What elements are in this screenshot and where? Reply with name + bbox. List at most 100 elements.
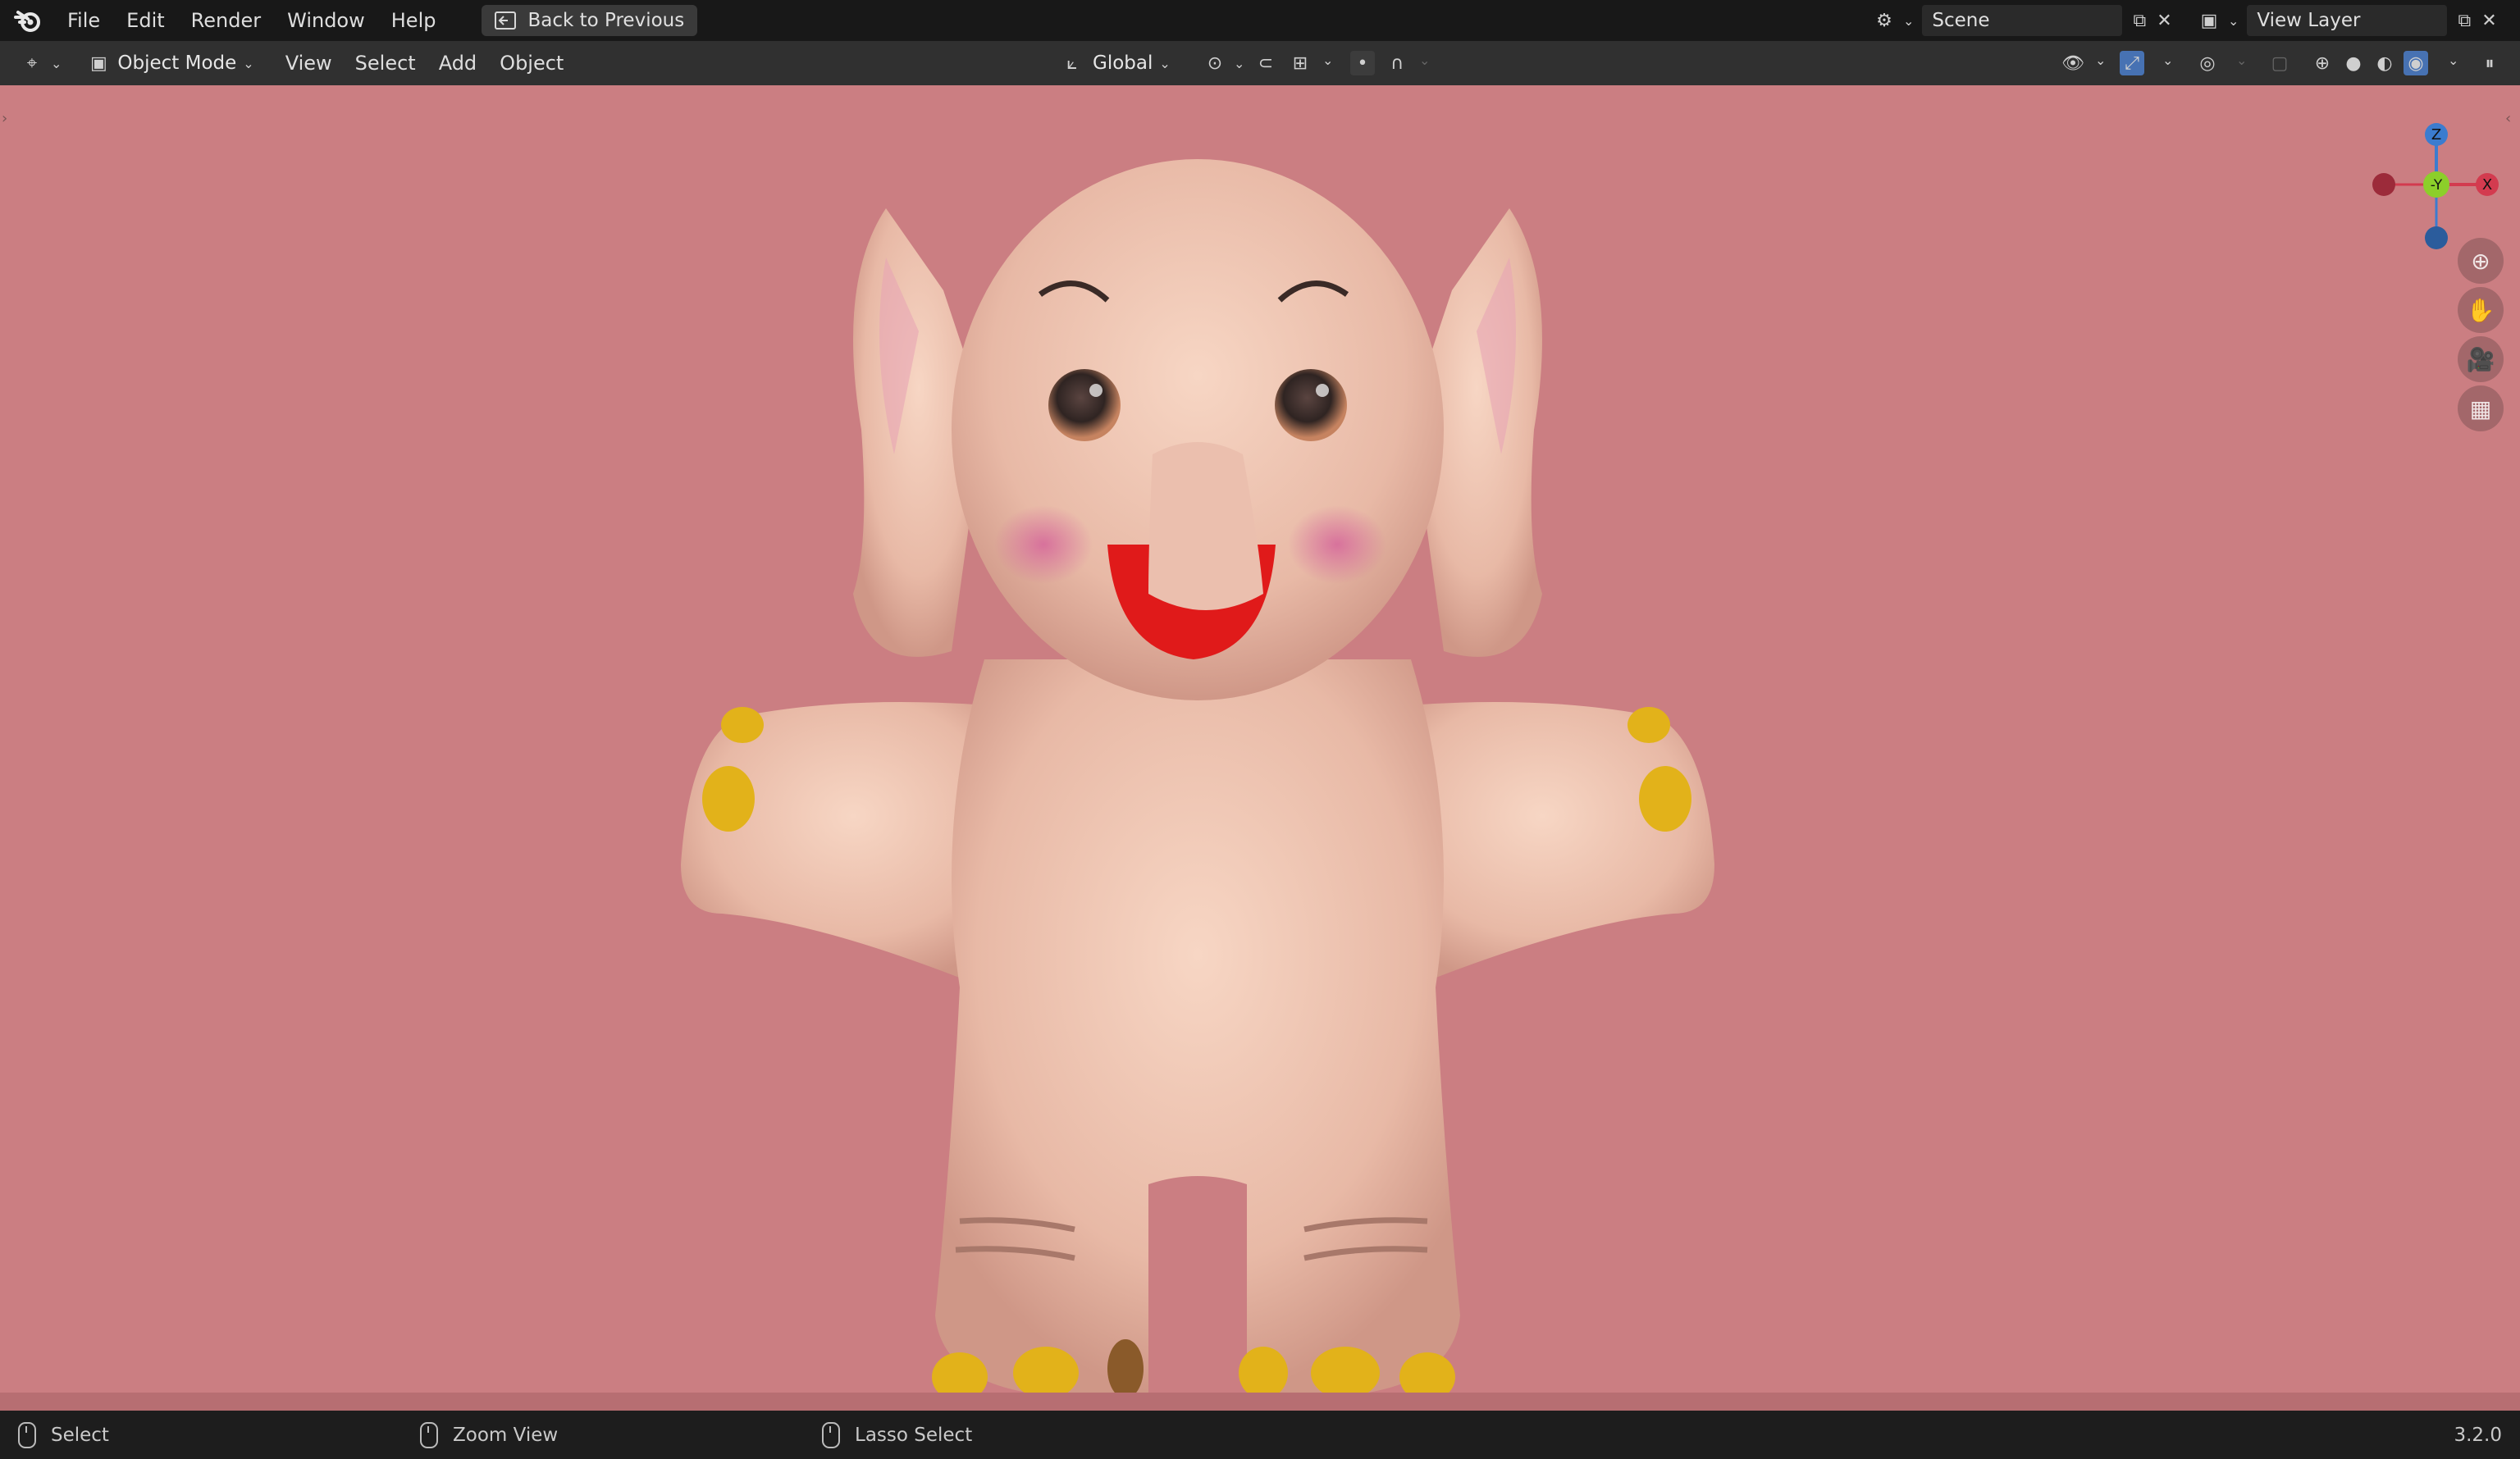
status-select-label: Select xyxy=(51,1424,109,1446)
mode-label: Object Mode xyxy=(117,52,237,74)
menu-add[interactable]: Add xyxy=(427,41,488,85)
view-layer-name-field[interactable]: View Layer xyxy=(2247,5,2448,36)
status-zoom-label: Zoom View xyxy=(453,1424,559,1446)
menu-file[interactable]: File xyxy=(54,0,113,41)
rendered-shading-icon[interactable]: ◉ xyxy=(2404,51,2428,75)
gizmo-x-label: X xyxy=(2482,176,2492,194)
chevron-down-icon[interactable]: ⌄ xyxy=(2095,52,2106,68)
foot-nail xyxy=(1107,1339,1144,1398)
chevron-down-icon[interactable]: ⌄ xyxy=(2448,52,2458,68)
object-mode-icon: ▣ xyxy=(90,52,107,74)
right-hand-nail xyxy=(1639,766,1691,832)
new-scene-icon[interactable]: ⧉ xyxy=(2127,8,2152,33)
sidebar-expand-icon[interactable]: ‹ xyxy=(2505,110,2511,127)
xray-icon[interactable]: ▢ xyxy=(2267,51,2292,75)
hand-pan-icon[interactable]: ✋ xyxy=(2458,287,2504,333)
status-right-click: Lasso Select xyxy=(822,1421,973,1448)
editor-type-icon: ⌖ xyxy=(26,52,38,74)
view-layer-selector[interactable]: ▣ ⌄ View Layer ⧉ ✕ xyxy=(2197,5,2501,36)
status-lasso-label: Lasso Select xyxy=(855,1424,973,1446)
transform-orientation-dropdown[interactable]: ⟀ Global ⌄ xyxy=(1052,47,1179,80)
left-hand-nail xyxy=(721,707,764,743)
gizmo-z-label: Z xyxy=(2431,126,2441,144)
chevron-down-icon[interactable]: ⌄ xyxy=(2236,52,2247,68)
top-menu-bar: File Edit Render Window Help Back to Pre… xyxy=(0,0,2520,41)
eye-highlight xyxy=(1089,384,1102,397)
left-hand-nail xyxy=(702,766,755,832)
status-left-click: Select xyxy=(18,1421,109,1448)
chevron-down-icon: ⌄ xyxy=(1234,55,1245,71)
pivot-point-dropdown[interactable]: ⊙ ⌄ xyxy=(1194,47,1253,80)
falloff-icon[interactable]: ∩ xyxy=(1385,51,1409,75)
solid-shading-icon[interactable]: ● xyxy=(2341,51,2366,75)
orientation-icon: ⟀ xyxy=(1066,52,1078,74)
menu-render[interactable]: Render xyxy=(178,0,274,41)
material-shading-icon[interactable]: ◐ xyxy=(2372,51,2397,75)
overlays-icon[interactable]: ◎ xyxy=(2195,51,2220,75)
foot-nail xyxy=(1239,1347,1288,1399)
floor-plane xyxy=(0,1393,2520,1411)
foot-nail xyxy=(1013,1347,1079,1399)
chevron-down-icon: ⌄ xyxy=(51,55,62,71)
chevron-down-icon[interactable]: ⌄ xyxy=(2162,52,2173,68)
snap-target-icon[interactable]: ⊞ xyxy=(1288,51,1312,75)
close-scene-icon[interactable]: ✕ xyxy=(2152,8,2176,33)
elephant-left-eye xyxy=(1048,369,1121,441)
gizmo-neg-z-axis[interactable] xyxy=(2425,226,2448,249)
menu-select[interactable]: Select xyxy=(344,41,427,85)
grid-icon[interactable]: ▦ xyxy=(2458,385,2504,431)
menu-view[interactable]: View xyxy=(274,41,344,85)
zoom-icon[interactable]: ⊕ xyxy=(2458,238,2504,284)
view-layer-icon[interactable]: ▣ xyxy=(2197,8,2221,33)
chevron-down-icon[interactable]: ⌄ xyxy=(1322,52,1333,68)
rendered-scene xyxy=(681,159,1714,1402)
menu-edit[interactable]: Edit xyxy=(113,0,177,41)
eye-highlight xyxy=(1316,384,1329,397)
chevron-down-icon: ⌄ xyxy=(1159,55,1171,71)
menu-help[interactable]: Help xyxy=(378,0,450,41)
status-bar: Select Zoom View Lasso Select 3.2.0 xyxy=(0,1411,2520,1459)
scene-name-field[interactable]: Scene xyxy=(1922,5,2123,36)
chevron-down-icon[interactable]: ⌄ xyxy=(1419,52,1430,68)
editor-type-dropdown[interactable]: ⌖ ⌄ xyxy=(11,47,70,80)
navigation-gizmo[interactable]: Z X -Y xyxy=(2362,102,2502,258)
scene-icon[interactable]: ⚙ xyxy=(1872,8,1897,33)
right-hand-nail xyxy=(1628,707,1670,743)
new-view-layer-icon[interactable]: ⧉ xyxy=(2452,8,2477,33)
elephant-left-cheek xyxy=(994,505,1093,584)
gizmo-neg-x-axis[interactable] xyxy=(2372,173,2395,196)
object-mode-dropdown[interactable]: ▣ Object Mode ⌄ xyxy=(78,47,262,80)
gizmo-toggle-icon[interactable]: ⤢ xyxy=(2120,51,2144,75)
chevron-down-icon: ⌄ xyxy=(243,55,254,71)
elephant-right-eye xyxy=(1275,369,1347,441)
mouse-middle-icon xyxy=(420,1421,438,1448)
chevron-down-icon[interactable]: ⌄ xyxy=(2228,13,2239,29)
back-button-label: Back to Previous xyxy=(527,10,685,31)
camera-icon[interactable]: 🎥 xyxy=(2458,336,2504,382)
proportional-edit-icon[interactable]: • xyxy=(1350,51,1375,75)
viewport-header: ⌖ ⌄ ▣ Object Mode ⌄ View Select Add Obje… xyxy=(0,41,2520,85)
back-icon xyxy=(495,11,517,30)
gizmo-y-label: -Y xyxy=(2431,177,2443,194)
scene-selector[interactable]: ⚙ ⌄ Scene ⧉ ✕ xyxy=(1872,5,2176,36)
menu-object[interactable]: Object xyxy=(488,41,575,85)
status-middle-click: Zoom View xyxy=(420,1421,559,1448)
menu-window[interactable]: Window xyxy=(274,0,378,41)
elephant-right-cheek xyxy=(1288,505,1386,584)
toolbar-expand-icon[interactable]: › xyxy=(2,110,7,127)
wireframe-shading-icon[interactable]: ⊕ xyxy=(2310,51,2335,75)
chevron-down-icon[interactable]: ⌄ xyxy=(1903,13,1914,29)
3d-viewport[interactable]: Z X -Y ⊕ ✋ 🎥 ▦ › ‹ xyxy=(0,85,2520,1411)
elephant-body xyxy=(935,659,1460,1397)
back-to-previous-button[interactable]: Back to Previous xyxy=(482,5,698,36)
pivot-icon: ⊙ xyxy=(1207,52,1223,74)
visibility-icon[interactable]: 👁 xyxy=(2061,51,2085,75)
mouse-left-icon xyxy=(18,1421,36,1448)
close-view-layer-icon[interactable]: ✕ xyxy=(2477,8,2501,33)
orientation-label: Global xyxy=(1093,52,1153,74)
blender-logo-icon[interactable] xyxy=(13,6,43,35)
snap-toggle-icon[interactable]: ⊂ xyxy=(1253,51,1278,75)
foot-nail xyxy=(1311,1347,1380,1399)
version-label: 3.2.0 xyxy=(2454,1424,2502,1446)
pause-render-icon[interactable]: ⏸ xyxy=(2477,51,2502,75)
